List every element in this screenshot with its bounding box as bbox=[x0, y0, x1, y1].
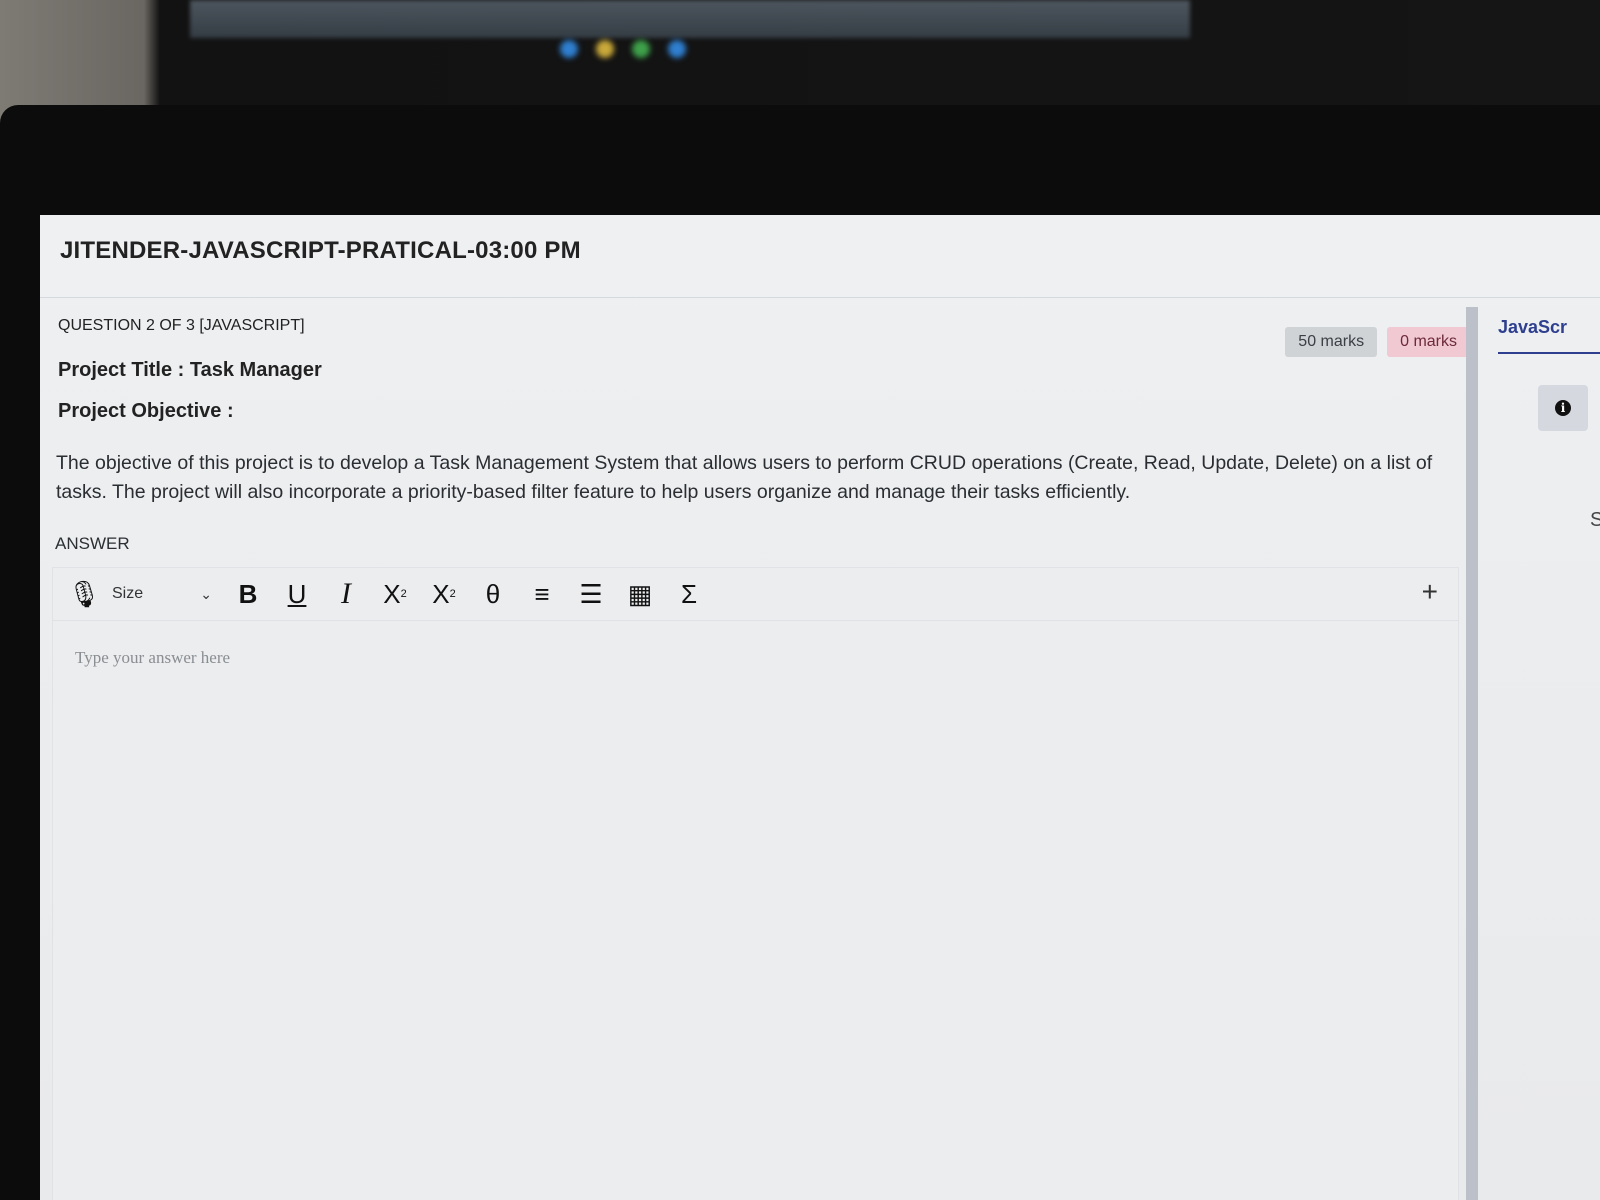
font-size-label: Size bbox=[112, 585, 144, 602]
answer-editor: 🎙 Size ⌄ B U I X2 X2 θ ≡ ☰ ▦ Σ + bbox=[52, 567, 1459, 1200]
editor-toolbar: 🎙 Size ⌄ B U I X2 X2 θ ≡ ☰ ▦ Σ + bbox=[53, 568, 1458, 621]
table-button[interactable]: ▦ bbox=[618, 574, 662, 614]
add-icon[interactable]: + bbox=[1422, 576, 1438, 608]
panel-resize-divider[interactable] bbox=[1466, 307, 1478, 1200]
question-panel: QUESTION 2 OF 3 [JAVASCRIPT] 50 marks 0 … bbox=[40, 297, 1470, 1200]
chevron-down-icon: ⌄ bbox=[200, 585, 212, 602]
answer-label: ANSWER bbox=[55, 534, 130, 553]
scored-marks-badge: 0 marks bbox=[1387, 327, 1470, 357]
project-objective-label: Project Objective : bbox=[58, 400, 234, 422]
info-button[interactable]: i bbox=[1538, 385, 1588, 431]
info-icon: i bbox=[1555, 400, 1571, 416]
bold-button[interactable]: B bbox=[226, 574, 270, 614]
project-objective-text: The objective of this project is to deve… bbox=[56, 452, 1433, 503]
subscript-button[interactable]: X2 bbox=[373, 574, 417, 614]
italic-button[interactable]: I bbox=[324, 574, 368, 614]
subscript-base: X bbox=[383, 578, 401, 609]
superscript-button[interactable]: X2 bbox=[422, 574, 466, 614]
side-panel: JavaScr i Se bbox=[1480, 297, 1600, 1200]
ordered-list-button[interactable]: ☰ bbox=[569, 574, 613, 614]
superscript-mark: 2 bbox=[449, 588, 456, 600]
background-monitor bbox=[190, 0, 1190, 38]
side-panel-text: Se bbox=[1590, 509, 1600, 531]
exam-title: JITENDER-JAVASCRIPT-PRATICAL-03:00 PM bbox=[60, 237, 581, 264]
font-size-select[interactable]: Size ⌄ bbox=[112, 577, 216, 611]
superscript-base: X bbox=[432, 578, 450, 609]
subscript-mark: 2 bbox=[400, 588, 407, 600]
special-character-button[interactable]: θ bbox=[471, 574, 515, 614]
exam-screen: JITENDER-JAVASCRIPT-PRATICAL-03:00 PM QU… bbox=[40, 215, 1600, 1200]
project-title: Project Title : Task Manager bbox=[58, 359, 322, 381]
background-taskbar-icons bbox=[560, 38, 720, 60]
math-formula-button[interactable]: Σ bbox=[667, 574, 711, 614]
align-button[interactable]: ≡ bbox=[520, 574, 564, 614]
underline-button[interactable]: U bbox=[275, 574, 319, 614]
marks-badges: 50 marks 0 marks bbox=[1285, 327, 1470, 357]
microphone-icon[interactable]: 🎙 bbox=[67, 574, 101, 614]
question-counter: QUESTION 2 OF 3 [JAVASCRIPT] bbox=[58, 317, 305, 334]
answer-input[interactable] bbox=[73, 646, 1437, 1190]
total-marks-badge: 50 marks bbox=[1285, 327, 1378, 357]
tab-javascript[interactable]: JavaScr bbox=[1498, 317, 1600, 354]
header-bar: JITENDER-JAVASCRIPT-PRATICAL-03:00 PM bbox=[40, 215, 1600, 298]
